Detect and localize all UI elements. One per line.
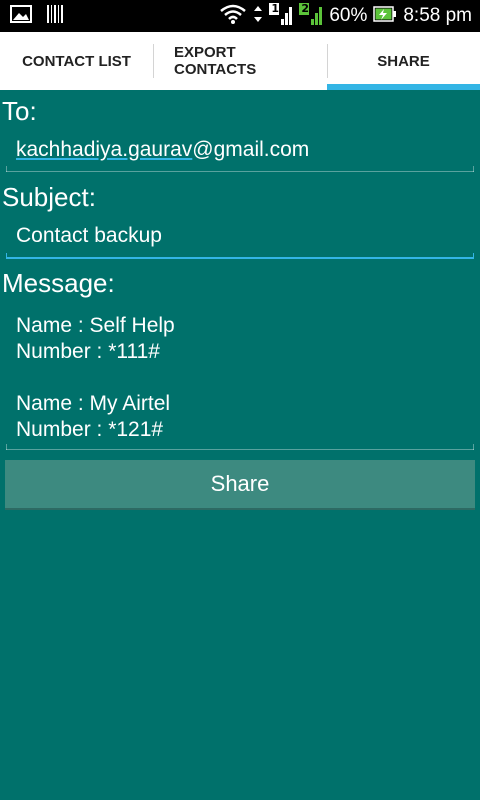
- message-label: Message:: [2, 268, 115, 298]
- message-line: [16, 365, 474, 391]
- tab-share-label: SHARE: [377, 52, 430, 70]
- tab-bar: CONTACT LIST EXPORT CONTACTS SHARE: [0, 32, 480, 90]
- message-line: Name : Self Help: [16, 314, 175, 337]
- tab-export-contacts[interactable]: EXPORT CONTACTS: [153, 32, 327, 90]
- share-button-label: Share: [210, 471, 270, 496]
- sim1-label: 1: [271, 2, 279, 15]
- to-value-domain: @gmail.com: [192, 138, 310, 161]
- tab-share[interactable]: SHARE: [327, 32, 480, 90]
- status-bar: 1 2 60% 8:58 pm: [0, 0, 480, 32]
- share-button[interactable]: Share: [5, 460, 475, 510]
- message-line: Number : *111#: [16, 340, 160, 363]
- barcode-notification-icon: [46, 4, 64, 28]
- to-value-username: kachhadiya.gaurav: [16, 138, 193, 161]
- sim2-label: 2: [301, 2, 309, 15]
- gallery-notification-icon: [10, 5, 32, 27]
- clock: 8:58 pm: [403, 5, 472, 26]
- tab-export-contacts-label: EXPORT CONTACTS: [174, 44, 257, 78]
- subject-field[interactable]: Contact backup: [6, 224, 474, 259]
- message-field[interactable]: Name : Self Help Number : *111# Name : M…: [6, 313, 474, 450]
- subject-value: Contact backup: [16, 224, 162, 247]
- subject-field-underline: [6, 253, 474, 259]
- battery-percent: 60%: [329, 5, 368, 26]
- tab-contact-list[interactable]: CONTACT LIST: [0, 32, 153, 90]
- status-right: 1 2 60% 8:58 pm: [213, 2, 472, 29]
- wifi-icon: [219, 4, 247, 28]
- to-label: To:: [2, 96, 37, 126]
- data-transfer-icon: [253, 4, 263, 28]
- message-line: Number : *121#: [16, 418, 164, 441]
- sim1-signal-icon: 1: [269, 2, 293, 29]
- to-field-underline: [6, 166, 474, 172]
- message-line: Name : My Airtel: [16, 392, 171, 415]
- status-left: [10, 4, 64, 28]
- subject-label: Subject:: [2, 182, 96, 212]
- sim2-signal-icon: 2: [299, 2, 323, 29]
- message-field-underline: [6, 444, 474, 450]
- battery-charging-icon: [373, 5, 397, 27]
- tab-contact-list-label: CONTACT LIST: [22, 52, 131, 70]
- to-field[interactable]: kachhadiya.gaurav@gmail.com: [6, 138, 474, 172]
